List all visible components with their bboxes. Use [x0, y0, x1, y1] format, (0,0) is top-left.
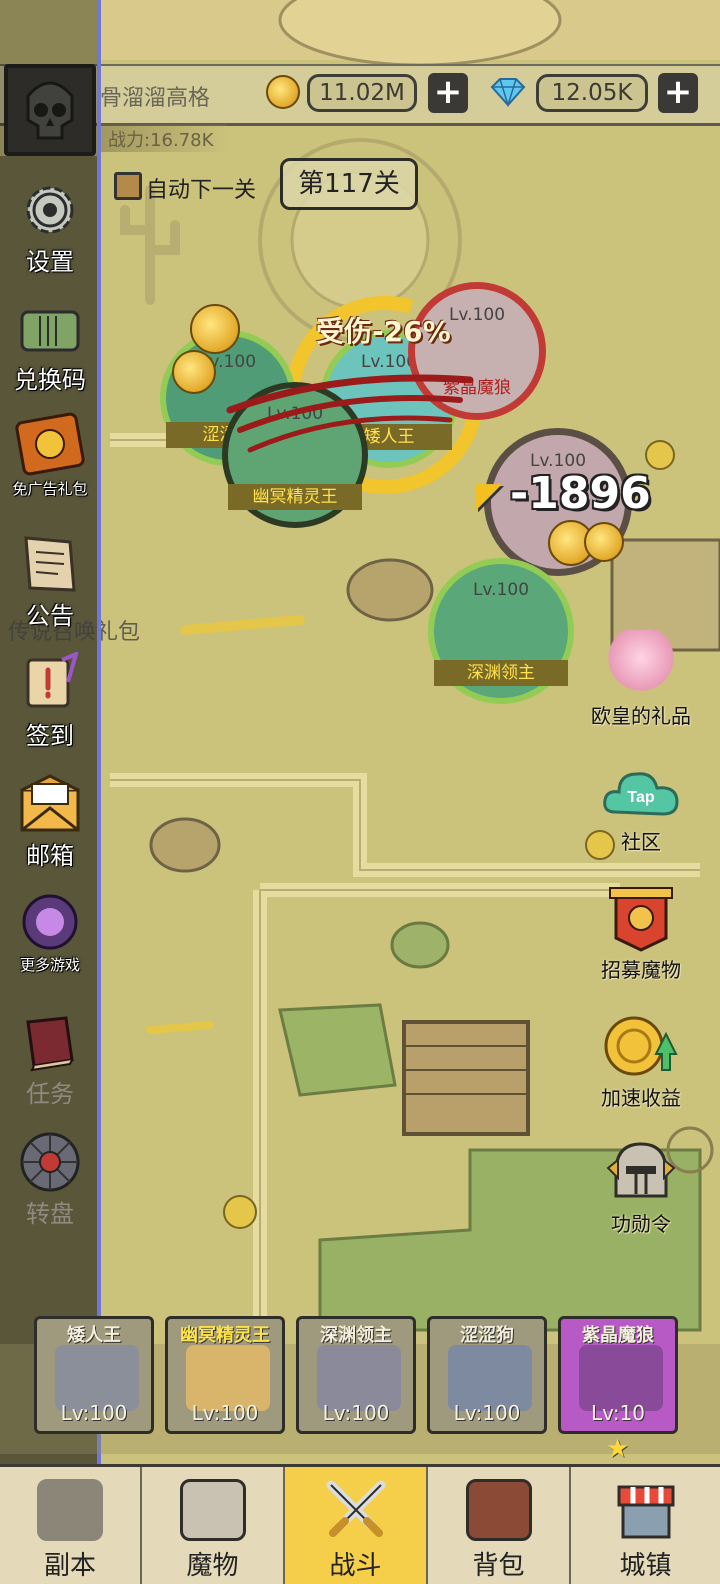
mail-label: 邮箱: [26, 842, 74, 870]
lucky-gift-label: 欧皇的礼品: [591, 704, 691, 728]
lucky-gift-button[interactable]: 欧皇的礼品: [576, 630, 706, 729]
team-card-name: 矮人王: [67, 1325, 121, 1346]
speed-up-income-label: 加速收益: [601, 1086, 681, 1110]
community-label: 社区: [621, 830, 661, 854]
team-card-4[interactable]: 涩涩狗 Lv:100: [427, 1316, 547, 1434]
speed-up-income-button[interactable]: 加速收益: [576, 1010, 706, 1111]
team-card-name: 深渊领主: [320, 1325, 392, 1346]
star-icon: ★: [606, 1434, 630, 1464]
team-card-level: Lv:10: [590, 1401, 646, 1425]
player-name: 骨溜溜高格: [100, 86, 211, 111]
tap-cloud-icon: Tap: [601, 764, 681, 826]
community-button[interactable]: Tap 社区: [576, 764, 706, 855]
add-gold-button[interactable]: +: [428, 73, 468, 113]
diamond-amount: 12.05K: [536, 74, 648, 112]
knight-helmet-icon: [606, 1138, 676, 1208]
notice-label: 公告: [26, 602, 74, 630]
notice-button[interactable]: 公告: [0, 532, 100, 631]
monster-name: 深渊领主: [434, 660, 568, 686]
ad-free-pack-button[interactable]: 免广告礼包: [0, 412, 100, 499]
battle-monster-6[interactable]: Lv.100 深渊领主: [428, 558, 574, 704]
gold-amount: 11.02M: [307, 74, 417, 112]
recruit-monster-button[interactable]: 招募魔物: [576, 886, 706, 983]
damage-number: -1896: [510, 468, 651, 519]
book-icon: [18, 1010, 82, 1074]
sign-in-button[interactable]: 签到: [0, 650, 100, 751]
diamond-icon: [490, 77, 526, 108]
crossed-swords-icon: [323, 1479, 389, 1541]
team-card-name: 紫晶魔狼: [582, 1325, 654, 1346]
ad-free-pack-label: 免广告礼包: [12, 480, 88, 498]
nav-dungeon-label: 副本: [43, 1551, 96, 1581]
team-card-level: Lv:100: [453, 1401, 521, 1425]
team-card-3[interactable]: 深渊领主 Lv:100: [296, 1316, 416, 1434]
bottom-navigation: 副本 魔物 战斗 背包 城镇: [0, 1464, 720, 1584]
team-card-name: 幽冥精灵王: [180, 1325, 270, 1346]
team-card-5[interactable]: 紫晶魔狼 Lv:10: [558, 1316, 678, 1434]
coin-drop-icon: [172, 350, 216, 394]
helmet-icon: [179, 1479, 246, 1541]
more-games-label: 更多游戏: [19, 956, 80, 974]
debuff-text: 受伤-26%: [316, 315, 451, 348]
team-card-level: Lv:100: [191, 1401, 259, 1425]
tasks-button[interactable]: 任务: [0, 1010, 100, 1109]
map-compass-icon: [37, 1479, 103, 1541]
nav-town[interactable]: 城镇: [571, 1467, 720, 1584]
scroll-quill-icon: [18, 650, 82, 716]
coin-arrow-up-icon: [602, 1010, 680, 1082]
ticket-icon: [18, 302, 82, 360]
team-card-1[interactable]: 矮人王 Lv:100: [34, 1316, 154, 1434]
add-diamond-button[interactable]: +: [658, 73, 698, 113]
redeem-code-label: 兑换码: [14, 366, 86, 394]
backpack-icon: [465, 1479, 532, 1541]
team-card-2[interactable]: 幽冥精灵王 Lv:100: [165, 1316, 285, 1434]
nav-dungeon[interactable]: 副本: [0, 1467, 142, 1584]
team-card-name: 涩涩狗: [460, 1325, 514, 1346]
more-games-button[interactable]: 更多游戏: [0, 890, 100, 975]
shop-building-icon: [613, 1479, 679, 1541]
sign-in-label: 签到: [26, 722, 74, 750]
arrow-down-icon: ◤: [476, 475, 503, 515]
nav-battle[interactable]: 战斗: [285, 1467, 428, 1584]
lucky-wheel-label: 转盘: [26, 1200, 74, 1228]
slash-effect: [226, 374, 474, 453]
gold-coin-icon: [266, 75, 300, 109]
auto-next-checkbox[interactable]: [114, 172, 142, 200]
ad-free-card-icon: [14, 412, 86, 478]
combat-power: 战力:16.78K: [100, 124, 228, 152]
coin-drop-icon: [584, 522, 624, 562]
team-card-level: Lv:100: [60, 1401, 128, 1425]
stage-indicator: 第117关: [280, 158, 418, 210]
banner-icon: [608, 886, 674, 954]
lucky-wheel-button[interactable]: 转盘: [0, 1130, 100, 1229]
recruit-monster-label: 招募魔物: [601, 958, 681, 982]
nav-bag[interactable]: 背包: [428, 1467, 571, 1584]
notice-paper-icon: [18, 532, 82, 596]
coin-drop-icon: [190, 304, 240, 354]
settings-label: 设置: [26, 248, 74, 276]
gear-icon: [18, 178, 82, 242]
tap-label: Tap: [627, 789, 654, 806]
tasks-label: 任务: [26, 1080, 74, 1108]
merit-order-label: 功勋令: [611, 1212, 671, 1236]
wheel-icon: [18, 1130, 82, 1194]
monster-level: Lv.100: [472, 580, 530, 600]
settings-button[interactable]: 设置: [0, 178, 100, 277]
left-panel-top: [0, 0, 100, 156]
more-games-portal-icon: [18, 890, 82, 954]
nav-bag-label: 背包: [472, 1551, 525, 1581]
redeem-code-button[interactable]: 兑换码: [0, 302, 100, 395]
team-card-level: Lv:100: [322, 1401, 390, 1425]
princess-icon: [608, 630, 674, 700]
merit-order-button[interactable]: 功勋令: [576, 1138, 706, 1237]
auto-next-label: 自动下一关: [146, 178, 257, 203]
envelope-icon: [18, 772, 82, 836]
monster-name: 幽冥精灵王: [228, 484, 362, 510]
nav-monsters[interactable]: 魔物: [142, 1467, 285, 1584]
nav-battle-label: 战斗: [329, 1551, 382, 1581]
nav-monsters-label: 魔物: [186, 1551, 239, 1581]
mail-button[interactable]: 邮箱: [0, 772, 100, 871]
nav-town-label: 城镇: [619, 1551, 672, 1581]
